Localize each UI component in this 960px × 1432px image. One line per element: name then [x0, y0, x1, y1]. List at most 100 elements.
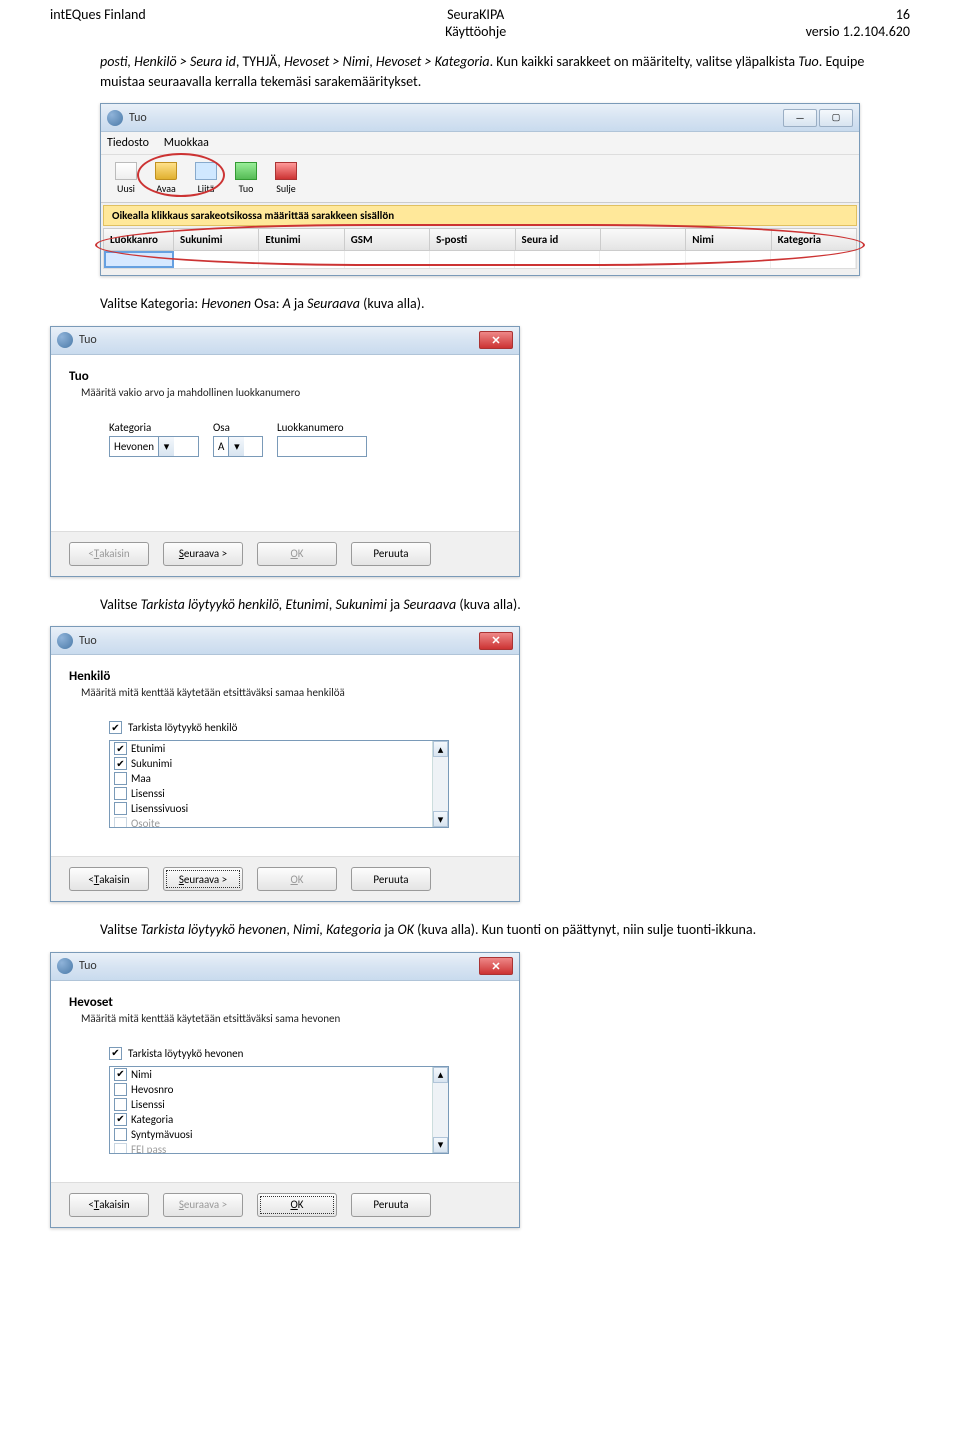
caption-2: Valitse Tarkista löytyykö henkilö, Etuni… [100, 595, 910, 615]
col-kategoria[interactable]: Kategoria [772, 229, 856, 250]
col-sposti[interactable]: S-posti [430, 229, 515, 250]
close-button[interactable]: ✕ [479, 957, 513, 975]
app-icon [57, 633, 73, 649]
ok-button: OK [257, 867, 337, 891]
info-bar: Oikealla klikkaus sarakeotsikossa määrit… [103, 205, 857, 226]
chk-kategoria[interactable]: ✔ [114, 1113, 127, 1126]
combo-kategoria[interactable]: Hevonen ▾ [109, 436, 199, 457]
scroll-up-icon[interactable]: ▴ [433, 1067, 448, 1083]
close-button[interactable]: ✕ [479, 632, 513, 650]
close-tool-icon [275, 162, 297, 180]
tool-sulje[interactable]: Sulje [267, 159, 305, 198]
intro-paragraph: posti, Henkilö > Seura id, TYHJÄ, Hevose… [100, 52, 910, 91]
wizard-heading: Henkilö [69, 669, 501, 684]
checkbox-tarkista-hevonen[interactable]: ✔ [109, 1047, 122, 1060]
maximize-button[interactable]: ▢ [819, 109, 853, 127]
titlebar: Tuo ✕ [51, 627, 519, 655]
wizard-heading: Tuo [69, 369, 501, 384]
window-title: Tuo [79, 634, 479, 648]
header-center-2: Käyttöohje [445, 23, 506, 40]
window-title: Tuo [79, 959, 479, 973]
chevron-down-icon: ▾ [228, 437, 244, 456]
hevoset-wizard-window: Tuo ✕ Hevoset Määritä mitä kenttää käyte… [50, 952, 520, 1228]
tuo-main-window: Tuo — ▢ Tiedosto Muokkaa Uusi Avaa Liitä [100, 103, 860, 276]
scroll-up-icon[interactable]: ▴ [433, 741, 448, 757]
scrollbar[interactable]: ▴ ▾ [432, 1067, 448, 1153]
label-luokkanumero: Luokkanumero [277, 421, 367, 434]
scroll-down-icon[interactable]: ▾ [433, 811, 448, 827]
grid-row[interactable] [103, 251, 857, 269]
label-osa: Osa [213, 421, 263, 434]
chk-feipass[interactable] [114, 1143, 127, 1154]
window-title: Tuo [129, 111, 783, 125]
close-button[interactable]: ✕ [479, 331, 513, 349]
header-page-number: 16 [806, 6, 910, 23]
minimize-button[interactable]: — [783, 109, 817, 127]
checkbox-tarkista-henkilo[interactable]: ✔ [109, 721, 122, 734]
col-empty[interactable] [601, 229, 686, 250]
chk-nimi[interactable]: ✔ [114, 1068, 127, 1081]
menu-muokkaa[interactable]: Muokkaa [164, 136, 209, 150]
henkilo-listbox[interactable]: ✔Etunimi ✔Sukunimi Maa Lisenssi Lisenssi… [109, 740, 449, 828]
toolbar: Uusi Avaa Liitä Tuo Sulje [101, 155, 859, 203]
wizard-subtitle: Määritä mitä kenttää käytetään etsittävä… [81, 1012, 501, 1025]
app-icon [107, 110, 123, 126]
chk-lisenssi[interactable] [114, 1098, 127, 1111]
tuo-wizard-window: Tuo ✕ Tuo Määritä vakio arvo ja mahdolli… [50, 326, 520, 577]
scrollbar[interactable]: ▴ ▾ [432, 741, 448, 827]
cancel-button[interactable]: Peruuta [351, 1193, 431, 1217]
wizard-heading: Hevoset [69, 995, 501, 1010]
chk-sukunimi[interactable]: ✔ [114, 757, 127, 770]
titlebar: Tuo ✕ [51, 953, 519, 981]
back-button[interactable]: < Takaisin [69, 1193, 149, 1217]
chk-lisenssi[interactable] [114, 787, 127, 800]
tool-avaa[interactable]: Avaa [147, 159, 185, 198]
col-sukunimi[interactable]: Sukunimi [174, 229, 259, 250]
col-luokkanro[interactable]: Luokkanro [104, 229, 174, 250]
chk-osoite[interactable] [114, 817, 127, 828]
new-icon [115, 162, 137, 180]
next-button[interactable]: Seuraava > [163, 867, 243, 891]
menu-tiedosto[interactable]: Tiedosto [107, 136, 149, 150]
checkbox-label: Tarkista löytyykö hevonen [128, 1047, 243, 1060]
titlebar: Tuo ✕ [51, 327, 519, 355]
chevron-down-icon: ▾ [158, 437, 174, 456]
chk-etunimi[interactable]: ✔ [114, 742, 127, 755]
wizard-subtitle: Määritä vakio arvo ja mahdollinen luokka… [81, 386, 501, 399]
input-luokkanumero[interactable] [277, 436, 367, 457]
caption-3: Valitse Tarkista löytyykö hevonen, Nimi,… [100, 920, 910, 940]
chk-hevosnro[interactable] [114, 1083, 127, 1096]
grid-cell-active[interactable] [104, 251, 174, 268]
tool-tuo[interactable]: Tuo [227, 159, 265, 198]
cancel-button[interactable]: Peruuta [351, 542, 431, 566]
hevoset-listbox[interactable]: ✔Nimi Hevosnro Lisenssi ✔Kategoria Synty… [109, 1066, 449, 1154]
chk-maa[interactable] [114, 772, 127, 785]
header-center-1: SeuraKIPA [445, 6, 506, 23]
menubar: Tiedosto Muokkaa [101, 132, 859, 155]
app-icon [57, 958, 73, 974]
cancel-button[interactable]: Peruuta [351, 867, 431, 891]
col-nimi[interactable]: Nimi [686, 229, 771, 250]
ok-button: OK [257, 542, 337, 566]
tool-uusi[interactable]: Uusi [107, 159, 145, 198]
back-button[interactable]: < Takaisin [69, 867, 149, 891]
col-seuraid[interactable]: Seura id [516, 229, 601, 250]
next-button: Seuraava > [163, 1193, 243, 1217]
column-headers: Luokkanro Sukunimi Etunimi GSM S-posti S… [103, 228, 857, 251]
label-kategoria: Kategoria [109, 421, 199, 434]
tool-liita[interactable]: Liitä [187, 159, 225, 198]
next-button[interactable]: Seuraava > [163, 542, 243, 566]
header-left: intEQues Finland [50, 6, 146, 40]
chk-lisenssivuosi[interactable] [114, 802, 127, 815]
col-etunimi[interactable]: Etunimi [259, 229, 344, 250]
scroll-down-icon[interactable]: ▾ [433, 1137, 448, 1153]
combo-osa[interactable]: A ▾ [213, 436, 263, 457]
col-gsm[interactable]: GSM [345, 229, 430, 250]
open-icon [155, 162, 177, 180]
window-title: Tuo [79, 333, 479, 347]
titlebar: Tuo — ▢ [101, 104, 859, 132]
chk-syntymavuosi[interactable] [114, 1128, 127, 1141]
ok-button[interactable]: OK [257, 1193, 337, 1217]
paste-icon [195, 162, 217, 180]
henkilo-wizard-window: Tuo ✕ Henkilö Määritä mitä kenttää käyte… [50, 626, 520, 902]
